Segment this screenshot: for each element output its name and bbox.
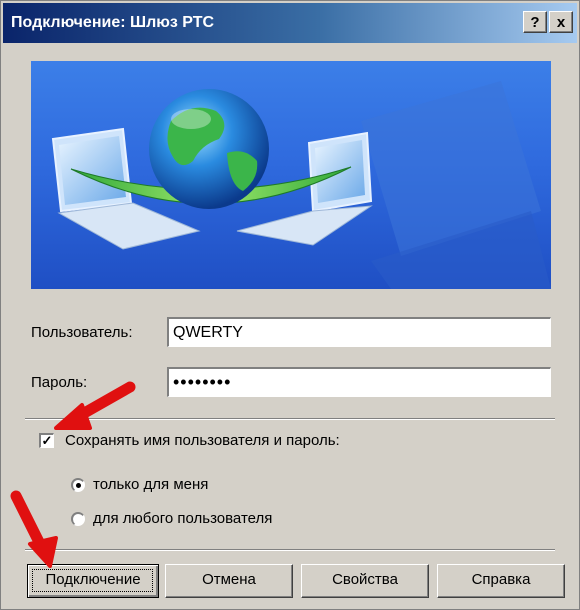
right-laptop-keyboard bbox=[236, 205, 373, 246]
properties-button[interactable]: Свойства bbox=[301, 564, 429, 598]
user-label: Пользователь: bbox=[31, 324, 133, 341]
close-button[interactable]: x bbox=[549, 11, 573, 33]
username-input[interactable] bbox=[167, 317, 551, 347]
help-button[interactable]: Справка bbox=[437, 564, 565, 598]
cancel-button[interactable]: Отмена bbox=[165, 564, 293, 598]
focus-rectangle bbox=[32, 569, 153, 592]
save-credentials-label[interactable]: Сохранять имя пользователя и пароль: bbox=[65, 431, 340, 451]
radio-any-user[interactable] bbox=[71, 512, 85, 526]
globe-icon bbox=[149, 89, 269, 209]
password-label: Пароль: bbox=[31, 374, 88, 391]
left-laptop-keyboard bbox=[57, 202, 201, 250]
separator-bottom bbox=[25, 549, 555, 551]
help-title-button[interactable]: ? bbox=[523, 11, 547, 33]
radio-any-user-label[interactable]: для любого пользователя bbox=[93, 509, 272, 529]
left-laptop-display bbox=[59, 136, 126, 205]
globe-highlight bbox=[171, 109, 211, 129]
title-bar[interactable]: Подключение: Шлюз РТС ? x bbox=[3, 3, 577, 43]
radio-only-me[interactable] bbox=[71, 478, 85, 492]
password-input[interactable] bbox=[167, 367, 551, 397]
save-credentials-checkbox[interactable]: ✓ bbox=[39, 433, 54, 448]
radio-only-me-label[interactable]: только для меня bbox=[93, 475, 208, 495]
connect-button[interactable]: Подключение bbox=[27, 564, 159, 598]
network-banner-illustration bbox=[31, 61, 551, 289]
window-title: Подключение: Шлюз РТС bbox=[11, 14, 215, 31]
radio-selected-dot bbox=[76, 483, 81, 488]
connection-dialog: Подключение: Шлюз РТС ? x Пользователь: … bbox=[0, 0, 580, 610]
separator-top bbox=[25, 418, 555, 420]
banner-graphic bbox=[51, 81, 551, 289]
